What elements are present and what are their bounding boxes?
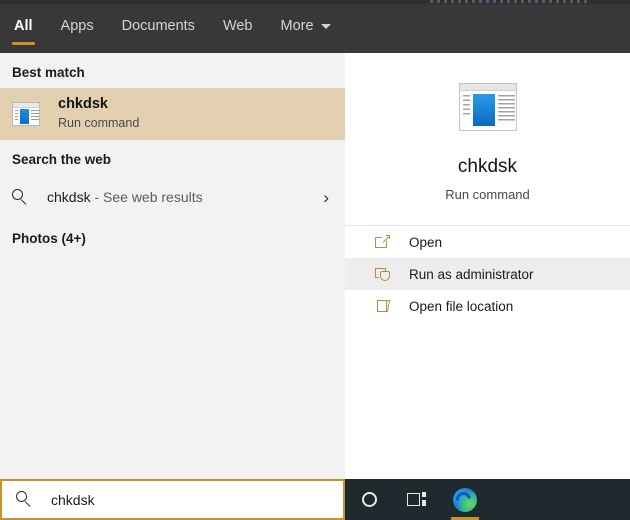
action-run-as-administrator-label: Run as administrator (409, 266, 534, 282)
web-result-row[interactable]: chkdsk - See web results › (0, 175, 345, 219)
photos-heading: Photos (4+) (12, 231, 86, 246)
search-the-web-heading: Search the web (12, 152, 112, 167)
search-icon (16, 491, 33, 508)
best-match-title: chkdsk (58, 96, 108, 112)
best-match-result[interactable]: chkdsk Run command (0, 88, 345, 140)
preview-hero: chkdsk Run command (345, 53, 630, 202)
action-open-file-location-label: Open file location (409, 298, 514, 314)
tab-all[interactable]: All (0, 4, 47, 48)
web-result-suffix: - See web results (90, 189, 203, 205)
tab-all-label: All (14, 18, 33, 34)
taskbar-item-microsoft-edge[interactable] (441, 479, 489, 520)
action-open-label: Open (409, 234, 443, 250)
tab-web[interactable]: Web (209, 4, 267, 48)
preview-subtitle: Run command (445, 187, 530, 202)
best-match-heading: Best match (12, 65, 85, 80)
tab-active-underline (12, 42, 35, 45)
taskbar-item-cortana[interactable] (345, 479, 393, 520)
search-input[interactable]: chkdsk (51, 492, 95, 508)
web-result-label: chkdsk - See web results (47, 189, 323, 205)
run-command-icon (12, 102, 40, 126)
bottom-bar: chkdsk (0, 479, 630, 520)
best-match-text: chkdsk Run command (58, 96, 139, 132)
microsoft-edge-icon (453, 487, 477, 512)
tab-web-label: Web (222, 18, 253, 34)
best-match-subtitle: Run command (58, 116, 140, 130)
cortana-icon (361, 492, 377, 507)
chevron-right-icon[interactable]: › (323, 189, 333, 206)
results-pane: Best match chkdsk Run command Search the… (0, 53, 345, 479)
preview-title: chkdsk (457, 156, 518, 177)
taskbar (345, 479, 630, 520)
web-result-query: chkdsk (47, 189, 91, 205)
desktop-sliver-content (430, 0, 590, 3)
task-view-icon (407, 492, 427, 507)
action-run-as-administrator[interactable]: Run as administrator (345, 258, 630, 290)
folder-icon (375, 298, 391, 314)
tab-documents-label: Documents (121, 18, 195, 34)
action-open-file-location[interactable]: Open file location (345, 290, 630, 322)
action-open[interactable]: Open (345, 226, 630, 258)
filter-tab-list: All Apps Documents Web More (0, 4, 345, 53)
taskbar-item-task-view[interactable] (393, 479, 441, 520)
tab-apps-label: Apps (60, 18, 94, 34)
chevron-down-icon (320, 23, 331, 29)
run-command-icon-large (458, 83, 517, 131)
search-filter-header: All Apps Documents Web More (0, 0, 630, 53)
windows-search-flyout: All Apps Documents Web More Best match c… (0, 0, 630, 520)
tab-apps[interactable]: Apps (47, 4, 108, 48)
tab-more-label: More (280, 18, 314, 34)
shield-icon (375, 266, 391, 283)
search-box[interactable]: chkdsk (0, 479, 345, 520)
preview-pane: chkdsk Run command Open Run as administr… (345, 53, 630, 479)
search-icon (12, 188, 29, 206)
tab-more[interactable]: More (267, 4, 345, 48)
open-external-icon (375, 234, 391, 250)
tab-documents[interactable]: Documents (108, 4, 209, 48)
